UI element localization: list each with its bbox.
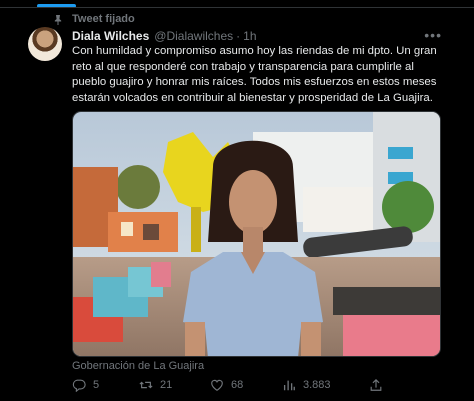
media-caption: Gobernación de La Guajira	[72, 360, 205, 372]
retweet-button[interactable]: 21	[139, 378, 172, 392]
tweet-actions: 5 21 68 3.883	[72, 378, 444, 398]
reply-button[interactable]: 5	[72, 378, 99, 392]
avatar[interactable]	[28, 27, 62, 61]
view-count: 3.883	[303, 379, 331, 391]
tweet-time[interactable]: 1h	[243, 29, 256, 43]
retweet-icon	[139, 381, 153, 389]
tweet-text: Con humildad y compromiso asumo hoy las …	[72, 45, 437, 104]
heart-icon	[211, 379, 223, 391]
retweet-count: 21	[160, 379, 173, 391]
views-icon	[283, 380, 295, 391]
author-name[interactable]: Diala Wilches	[72, 29, 149, 43]
author-handle[interactable]: @Dialawilches	[154, 29, 233, 43]
pinned-label: Tweet fijado	[72, 13, 135, 25]
reply-count: 5	[93, 379, 100, 391]
separator-dot: ·	[236, 29, 241, 43]
tweet-header: Diala Wilches @Dialawilches · 1h •••	[72, 27, 442, 44]
share-button[interactable]	[369, 378, 383, 392]
reply-icon	[72, 379, 86, 392]
views-button[interactable]: 3.883	[282, 378, 331, 392]
photo-image	[73, 112, 440, 356]
divider	[0, 7, 474, 8]
pin-icon	[52, 13, 64, 25]
tweet-photo[interactable]	[72, 111, 441, 357]
share-icon	[370, 378, 382, 391]
pinned-indicator: Tweet fijado	[52, 12, 135, 26]
like-button[interactable]: 68	[210, 378, 243, 392]
like-count: 68	[231, 379, 244, 391]
more-options-icon[interactable]: •••	[424, 27, 442, 43]
